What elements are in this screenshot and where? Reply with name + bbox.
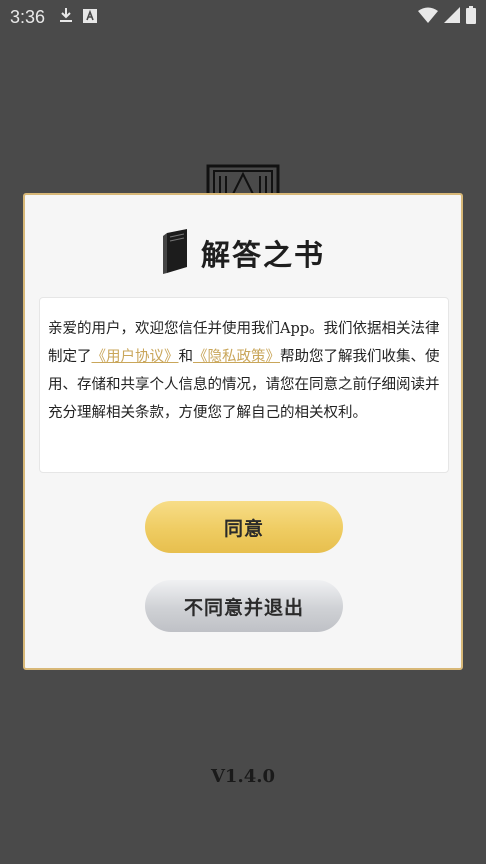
privacy-notice: 亲爱的用户，欢迎您信任并使用我们App。我们依据相关法律制定了《用户协议》和《隐… [39, 297, 449, 473]
privacy-dialog: 解答之书 亲爱的用户，欢迎您信任并使用我们App。我们依据相关法律制定了《用户协… [23, 193, 463, 670]
notice-text-and: 和 [178, 349, 194, 365]
status-bar: 3:36 [0, 0, 486, 34]
battery-icon [466, 6, 476, 29]
privacy-policy-link[interactable]: 《隐私政策》 [193, 349, 280, 365]
wifi-icon [418, 7, 438, 28]
keyboard-a-icon [83, 7, 98, 28]
user-agreement-link[interactable]: 《用户协议》 [92, 349, 179, 365]
book-emblem-icon [206, 162, 280, 198]
book-icon [161, 227, 191, 279]
signal-icon [444, 7, 460, 28]
dialog-header: 解答之书 [25, 225, 461, 281]
disagree-exit-button[interactable]: 不同意并退出 [145, 580, 343, 632]
download-icon [59, 7, 73, 28]
agree-button[interactable]: 同意 [145, 501, 343, 553]
app-version: V1.4.0 [210, 766, 276, 787]
status-time: 3:36 [10, 6, 46, 27]
dialog-title: 解答之书 [200, 238, 325, 272]
